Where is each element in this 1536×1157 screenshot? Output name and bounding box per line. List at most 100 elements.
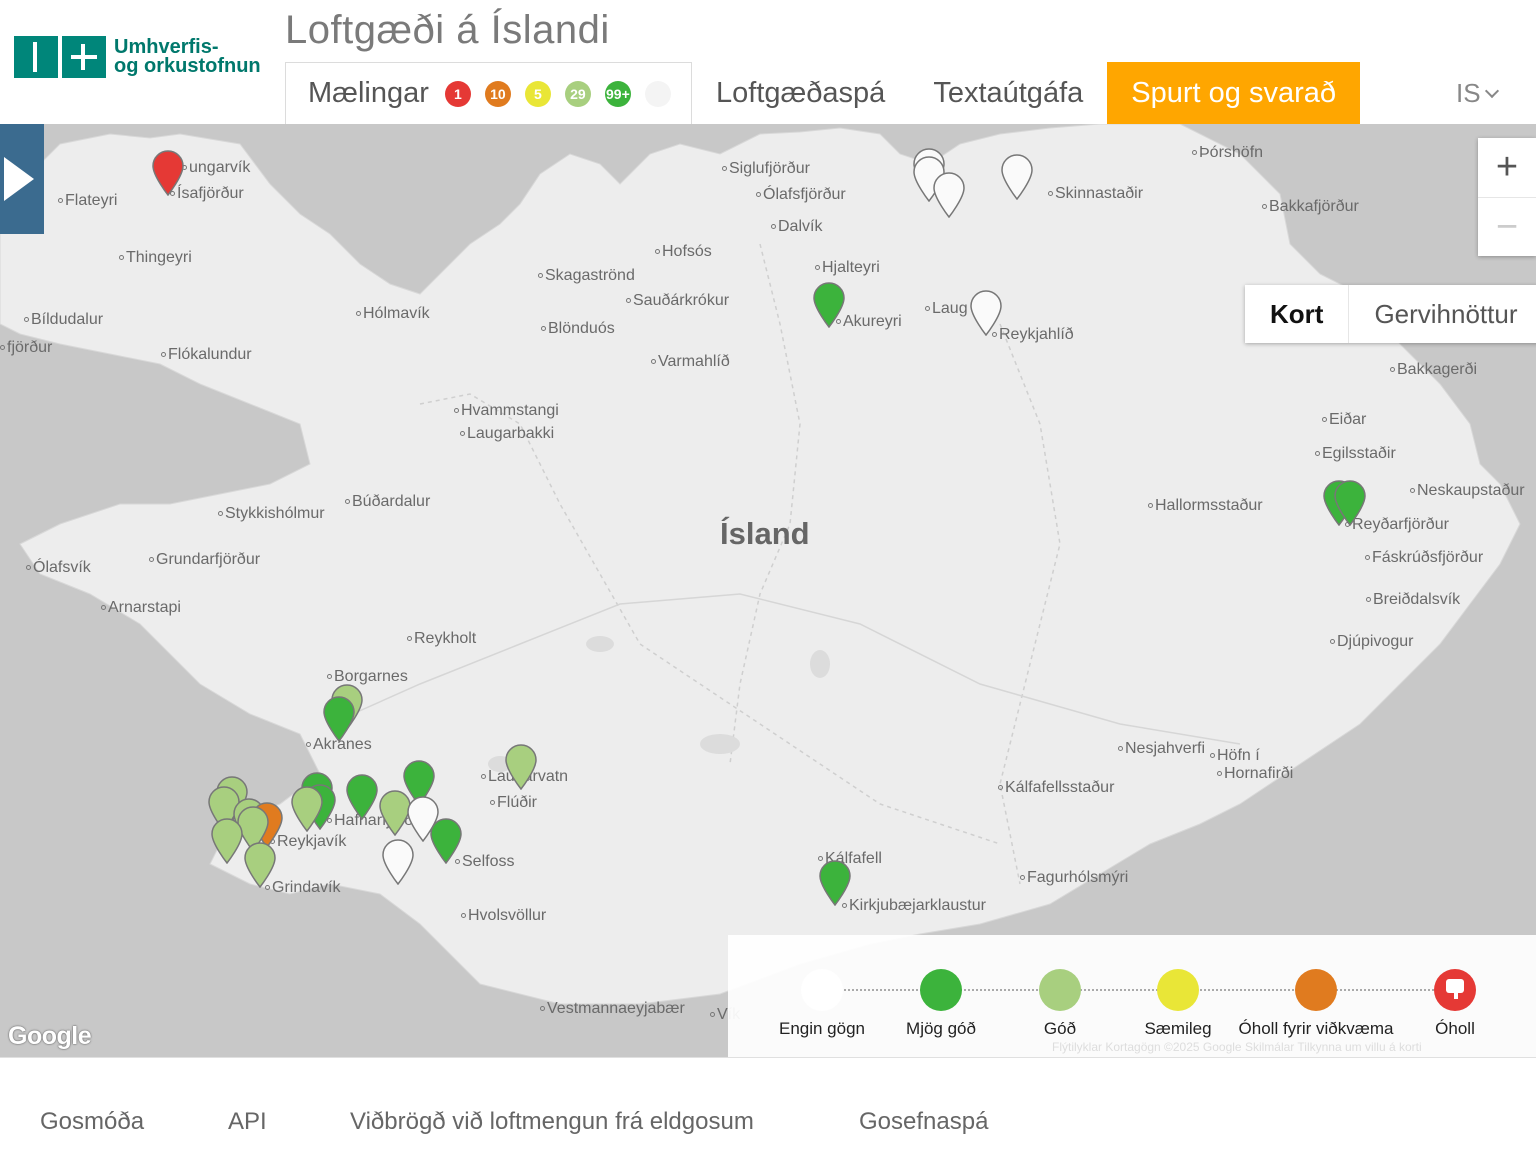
google-logo[interactable]: Google <box>8 1022 92 1051</box>
count-badge-unhealthy-sensitive[interactable]: 10 <box>484 80 511 107</box>
station-marker-good-icon[interactable] <box>243 842 277 888</box>
sidebar-toggle-button[interactable] <box>0 124 44 234</box>
station-marker-very-good-icon[interactable] <box>1333 480 1367 526</box>
zoom-in-button[interactable]: + <box>1478 138 1536 197</box>
place-label: Hvolsvöllur <box>461 907 546 925</box>
place-label: Flateyri <box>58 192 117 210</box>
tab-faq[interactable]: Spurt og svarað <box>1107 62 1360 124</box>
place-label: Breiðdalsvík <box>1366 591 1460 609</box>
place-label: Flókalundur <box>161 346 252 364</box>
place-label: fjörður <box>0 339 52 357</box>
legend-swatch <box>1039 969 1081 1011</box>
place-label: Þórshöfn <box>1192 144 1263 162</box>
tab-text-version[interactable]: Textaútgáfa <box>909 62 1107 124</box>
station-marker-very-good-icon[interactable] <box>345 774 379 820</box>
station-marker-good-icon[interactable] <box>290 786 324 832</box>
place-label: Dalvík <box>771 218 822 236</box>
place-label: Sauðárkrókur <box>626 292 729 310</box>
language-value: IS <box>1456 78 1481 108</box>
place-label: ungarvík <box>182 159 250 177</box>
place-label: Hjalteyri <box>815 259 880 277</box>
station-marker-good-icon[interactable] <box>210 818 244 864</box>
logo-text: Umhverfis- og orkustofnun <box>114 37 261 76</box>
zoom-control: + − <box>1478 138 1536 256</box>
map-type-map-button[interactable]: Kort <box>1245 285 1350 343</box>
footer-link-api[interactable]: API <box>228 1108 267 1136</box>
station-marker-very-good-icon[interactable] <box>812 282 846 328</box>
legend-label: Óholl <box>1435 1019 1475 1038</box>
air-quality-legend: Engin gögn Mjög góð Góð Sæmileg Óholl fyrir … <box>728 935 1536 1057</box>
station-marker-no-data-icon[interactable] <box>1000 154 1034 200</box>
place-label: Egilsstaðir <box>1315 445 1396 463</box>
place-label: Ólafsfjörður <box>756 186 846 204</box>
count-badge-very-good[interactable]: 99+ <box>604 80 631 107</box>
map-type-control: Kort Gervihnöttur <box>1245 285 1536 343</box>
place-label: Bakkafjörður <box>1262 198 1359 216</box>
legend-swatch <box>1434 969 1476 1011</box>
thumbs-down-icon <box>1446 979 1464 999</box>
map-attribution[interactable]: Flýtilyklar Kortagögn ©2025 Google Skilm… <box>1052 1040 1422 1054</box>
footer-link-gas-forecast[interactable]: Gosefnaspá <box>859 1108 988 1136</box>
station-marker-very-good-icon[interactable] <box>429 818 463 864</box>
place-label: Blönduós <box>541 320 615 338</box>
legend-swatch <box>801 969 843 1011</box>
tab-measurements[interactable]: Mælingar 1 10 5 29 99+ <box>285 62 692 124</box>
footer-link-gosmoda[interactable]: Gosmóða <box>40 1108 144 1136</box>
place-label: Ólafsvík <box>26 559 91 577</box>
header: Umhverfis- og orkustofnun Loftgæði á Ísl… <box>0 0 1536 124</box>
place-label: Neskaupstaður <box>1410 482 1525 500</box>
place-label: Bakkagerði <box>1390 361 1477 379</box>
legend-label: Óholl fyrir viðkvæma <box>1238 1019 1394 1038</box>
place-label: Siglufjörður <box>722 160 810 178</box>
place-label: Flúðir <box>490 794 537 812</box>
place-label: Varmahlíð <box>651 353 730 371</box>
station-marker-very-good-icon[interactable] <box>818 860 852 906</box>
logo-mark-icon <box>14 36 106 78</box>
station-marker-very-good-icon[interactable] <box>322 696 356 742</box>
place-label: Vestmannaeyjabær <box>540 1000 685 1018</box>
language-select[interactable]: IS <box>1456 78 1499 109</box>
tab-forecast[interactable]: Loftgæðaspá <box>692 62 909 124</box>
country-label: Ísland <box>720 516 810 551</box>
zoom-out-button[interactable]: − <box>1478 197 1536 256</box>
place-label: Hornafirði <box>1217 765 1293 783</box>
page-title: Loftgæði á Íslandi <box>285 8 610 52</box>
map-type-satellite-button[interactable]: Gervihnöttur <box>1349 285 1536 343</box>
place-label: Laugarbakki <box>460 425 554 443</box>
footer-link-eruption-response[interactable]: Viðbrögð við loftmengun frá eldgosum <box>350 1108 754 1136</box>
place-label: Stykkishólmur <box>218 505 325 523</box>
station-marker-unhealthy-icon[interactable] <box>151 150 185 196</box>
count-badge-no-data[interactable] <box>644 80 671 107</box>
place-label: Laug <box>925 300 968 318</box>
place-label: Bíldudalur <box>24 311 103 329</box>
place-label: Reykholt <box>407 630 476 648</box>
place-label: Fáskrúðsfjörður <box>1365 549 1483 567</box>
count-badge-unhealthy[interactable]: 1 <box>444 80 471 107</box>
place-label: Skinnastaðir <box>1048 185 1143 203</box>
station-marker-good-icon[interactable] <box>504 744 538 790</box>
footer: Gosmóða API Viðbrögð við loftmengun frá … <box>0 1057 1536 1157</box>
place-label: Kálfafellsstaður <box>998 779 1114 797</box>
place-label: Hofsós <box>655 243 712 261</box>
legend-moderate: Sæmileg <box>1098 969 1258 1039</box>
place-label: Skagaströnd <box>538 267 635 285</box>
place-label: Fagurhólsmýri <box>1020 869 1128 887</box>
tab-measurements-label: Mælingar <box>308 77 429 109</box>
station-marker-no-data-icon[interactable] <box>381 839 415 885</box>
count-badge-good[interactable]: 29 <box>564 80 591 107</box>
place-label: Nesjahverfi <box>1118 740 1205 758</box>
map-view[interactable]: Þórshöfn Siglufjörður Ólafsfjörður Dalvík Sk… <box>0 124 1536 1057</box>
place-label: Hallormsstaður <box>1148 497 1263 515</box>
place-label: Grundarfjörður <box>149 551 260 569</box>
station-marker-no-data-icon[interactable] <box>932 172 966 218</box>
place-label: Höfn í <box>1210 747 1260 765</box>
legend-unhealthy: Óholl <box>1375 969 1535 1039</box>
agency-logo[interactable]: Umhverfis- og orkustofnun <box>14 36 261 78</box>
count-badge-moderate[interactable]: 5 <box>524 80 551 107</box>
legend-swatch <box>920 969 962 1011</box>
app-root: Umhverfis- og orkustofnun Loftgæði á Ísl… <box>0 0 1536 1157</box>
legend-swatch <box>1157 969 1199 1011</box>
main-nav: Mælingar 1 10 5 29 99+ Loftgæðaspá Texta… <box>285 62 1360 124</box>
place-label: Búðardalur <box>345 493 430 511</box>
station-marker-no-data-icon[interactable] <box>969 290 1003 336</box>
